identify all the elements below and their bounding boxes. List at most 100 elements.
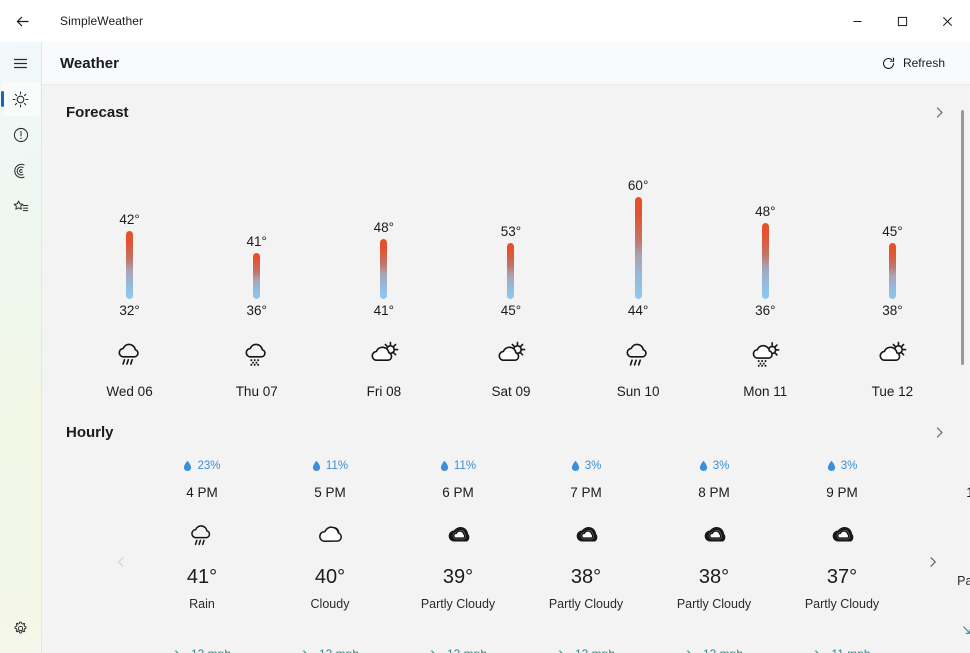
hourly-weather-icon [698,512,730,556]
temperature-bar [889,243,896,299]
chevron-right-icon [932,425,947,440]
back-button[interactable] [0,0,44,42]
gear-icon [12,620,29,637]
low-temperature: 41° [374,303,394,318]
radar-icon [12,162,30,180]
forecast-title: Forecast [66,104,129,121]
hour-wind-value: 13 mph [703,647,743,653]
partly-sunny-icon [875,336,909,370]
forecast-expand-button[interactable] [926,99,952,125]
close-button[interactable] [925,0,970,42]
forecast-day-label: Wed 06 [106,384,152,405]
temperature-bar [635,197,642,299]
temperature-range: 45°38° [829,135,956,320]
water-drop-icon [183,460,192,472]
hour-temperature: 38° [571,566,601,589]
forecast-day-card[interactable]: 48°41° Fri 08 [320,135,447,405]
back-arrow-icon [14,13,31,30]
hourly-next-button[interactable] [920,547,946,577]
maximize-icon [897,16,908,27]
temperature-range: 42°32° [66,135,193,320]
forecast-day-label: Fri 08 [367,384,402,405]
hourly-expand-button[interactable] [926,419,952,445]
hour-wind: 13 mph [557,647,615,653]
forecast-day-card[interactable]: 42°32° Wed 06 [66,135,193,405]
sidebar-item-favorites[interactable] [2,190,40,224]
forecast-day-card[interactable]: 53°45°Sat 09 [447,135,574,405]
sidebar-item-weather[interactable] [2,82,40,116]
forecast-day-card[interactable]: 41°36°Thu 07 [193,135,320,405]
hourly-weather-icon [570,512,602,556]
page-header: Weather Refresh [42,42,970,85]
low-temperature: 38° [882,303,902,318]
wind-direction-arrow-icon [685,648,697,653]
scrollbar-thumb[interactable] [961,110,964,365]
temperature-range: 48°41° [320,135,447,320]
weather-app-window: SimpleWeather [0,0,970,653]
chevron-right-icon [932,105,947,120]
hourly-forecast-card[interactable]: 11%5 PM40°Cloudy13 mph [266,455,394,653]
chevron-left-icon [114,555,128,569]
wind-direction-arrow-icon [173,648,185,653]
high-temperature: 53° [501,224,521,239]
partly-drizzle-icon [748,336,782,370]
star-list-icon [12,198,30,216]
forecast-day-card[interactable]: 48°36°Mon 11 [702,135,829,405]
hourly-forecast-card[interactable]: 11%6 PM39°Partly Cloudy13 mph [394,455,522,653]
app-body: Weather Refresh Forecast [0,42,970,653]
hour-temperature: 39° [443,566,473,589]
vertical-scrollbar[interactable] [958,88,968,648]
app-title: SimpleWeather [60,14,143,28]
hourly-forecast-card[interactable]: 3%7 PM38°Partly Cloudy13 mph [522,455,650,653]
sidebar-item-settings[interactable] [2,611,40,645]
minimize-icon [852,16,863,27]
hour-wind: 13 mph [429,647,487,653]
hourly-forecast-card[interactable]: 23%4 PM41°Rain13 mph [138,455,266,653]
maximize-button[interactable] [880,0,925,42]
hour-condition: Partly Cloudy [421,597,495,611]
drizzle-icon [240,336,274,370]
temperature-range: 41°36° [193,135,320,320]
partly-cloudy-icon [826,518,858,550]
forecast-day-card[interactable]: 60°44° Sun 10 [575,135,702,405]
forecast-day-card[interactable]: 45°38° Tue 12 [829,135,956,405]
high-temperature: 48° [755,204,775,219]
sidebar-item-alerts[interactable] [2,118,40,152]
close-icon [942,16,953,27]
precipitation-value: 23% [197,460,220,472]
temperature-range: 60°44° [575,135,702,320]
sidebar-item-menu[interactable] [2,46,40,80]
hour-wind-value: 11 mph [831,647,870,653]
temperature-bar [507,243,514,299]
minimize-button[interactable] [835,0,880,42]
refresh-button[interactable]: Refresh [872,50,954,77]
forecast-weather-icon [875,330,909,376]
hour-condition: Partly Cloudy [549,597,623,611]
wind-direction-arrow-icon [429,648,441,653]
forecast-weather-icon [494,330,528,376]
temperature-bar [762,223,769,299]
precipitation-chance: 3% [571,457,602,475]
content-pane: Weather Refresh Forecast [42,42,970,653]
temperature-bar [126,231,133,299]
sun-icon [11,90,30,109]
hour-condition: Partly Cloudy [677,597,751,611]
forecast-day-label: Tue 12 [872,384,914,405]
sidebar-item-radar[interactable] [2,154,40,188]
temperature-bar [253,253,260,299]
daily-forecast-list: 42°32°Wed 0641°36°Thu 0748°41°Fri 0853°4… [42,135,970,405]
hour-wind-value: 13 mph [319,647,359,653]
cloudy-icon [314,518,346,550]
hourly-prev-button[interactable] [108,547,134,577]
forecast-section-header: Forecast [42,85,970,135]
page-title: Weather [60,55,119,72]
precipitation-value: 3% [585,460,602,472]
forecast-day-label: Sun 10 [617,384,660,405]
hourly-forecast-card[interactable]: 3%9 PM37°Partly Cloudy11 mph [778,455,906,653]
hourly-forecast-card[interactable]: 3%8 PM38°Partly Cloudy13 mph [650,455,778,653]
scroll-area[interactable]: Forecast 42°32°Wed 0641°36°Thu 0748°41°F… [42,85,970,653]
precipitation-value: 3% [713,460,730,472]
hour-temperature: 40° [315,566,345,589]
wind-direction-arrow-icon [813,648,825,653]
hour-wind-value: 13 mph [575,647,615,653]
